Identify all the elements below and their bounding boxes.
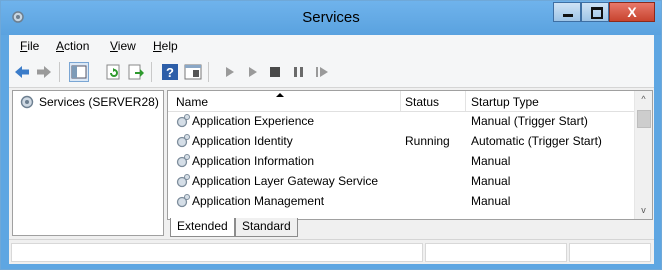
toolbar: ? [9, 57, 654, 88]
status-bar [9, 239, 654, 264]
close-icon: X [627, 4, 637, 20]
list-header: Name Status Startup Type [168, 91, 634, 112]
client-area: File Action View Help ? Services (SERVER… [9, 35, 654, 264]
maximize-icon [591, 7, 603, 19]
title-bar[interactable]: Services X [1, 1, 661, 35]
toolbar-separator [151, 62, 152, 82]
start-service-alt-icon[interactable] [244, 63, 262, 81]
scroll-down-icon[interactable]: v [635, 202, 652, 219]
menu-action[interactable]: Action [56, 39, 89, 53]
close-button[interactable]: X [609, 2, 655, 22]
service-name: Application Experience [192, 114, 315, 128]
service-startup-type: Manual (Trigger Start) [471, 114, 588, 128]
table-row[interactable]: Application Information Manual [168, 151, 634, 171]
maximize-button[interactable] [581, 2, 609, 22]
services-window: Services X File Action View Help ? Servi… [0, 0, 662, 270]
menu-file[interactable]: File [20, 39, 39, 53]
view-tabs: Extended Standard [167, 218, 467, 238]
service-name: Application Management [192, 194, 325, 208]
service-gear-icon [176, 114, 190, 128]
table-row[interactable]: Application Management Manual [168, 191, 634, 211]
tree-item-label: Services (SERVER28) [39, 95, 159, 109]
tree-item-services[interactable]: Services (SERVER28) [19, 94, 159, 110]
service-status: Running [405, 134, 450, 148]
toolbar-separator [59, 62, 60, 82]
column-header-startup-type[interactable]: Startup Type [471, 95, 539, 109]
tab-extended[interactable]: Extended [170, 218, 235, 237]
svg-text:?: ? [166, 65, 174, 80]
table-row[interactable]: Application Identity Running Automatic (… [168, 131, 634, 151]
services-list-pane: Name Status Startup Type Application Exp… [167, 90, 653, 220]
export-list-icon[interactable] [127, 63, 145, 81]
scroll-thumb[interactable] [637, 110, 651, 128]
service-startup-type: Manual [471, 194, 511, 208]
tab-standard[interactable]: Standard [235, 218, 298, 237]
console-tree-pane: Services (SERVER28) [12, 90, 164, 236]
service-startup-type: Manual [471, 174, 511, 188]
pause-service-icon[interactable] [290, 63, 308, 81]
service-gear-icon [176, 174, 190, 188]
column-header-status[interactable]: Status [405, 95, 439, 109]
service-startup-type: Automatic (Trigger Start) [471, 134, 602, 148]
status-panel [11, 243, 423, 262]
column-divider[interactable] [465, 91, 466, 111]
back-arrow-icon[interactable] [13, 63, 31, 81]
menu-view[interactable]: View [110, 39, 136, 53]
column-divider[interactable] [400, 91, 401, 111]
menu-bar: File Action View Help [9, 35, 654, 57]
minimize-button[interactable] [553, 2, 581, 22]
show-hide-console-tree-icon[interactable] [69, 62, 89, 82]
properties-icon[interactable] [184, 63, 202, 81]
service-name: Application Layer Gateway Service [192, 174, 379, 188]
vertical-scrollbar[interactable]: ^ v [634, 91, 652, 219]
start-service-icon[interactable] [221, 63, 239, 81]
service-gear-icon [176, 134, 190, 148]
menu-help[interactable]: Help [153, 39, 178, 53]
services-gear-icon [20, 95, 34, 109]
service-name: Application Information [192, 154, 315, 168]
toolbar-separator [208, 62, 209, 82]
column-header-name[interactable]: Name [176, 95, 208, 109]
forward-arrow-icon[interactable] [35, 63, 53, 81]
refresh-icon[interactable] [105, 63, 123, 81]
help-icon[interactable]: ? [161, 63, 179, 81]
scroll-up-icon[interactable]: ^ [635, 91, 652, 108]
service-gear-icon [176, 154, 190, 168]
minimize-icon [563, 14, 573, 17]
stop-service-icon[interactable] [266, 63, 284, 81]
service-startup-type: Manual [471, 154, 511, 168]
service-name: Application Identity [192, 134, 293, 148]
resume-service-icon[interactable] [313, 63, 331, 81]
status-panel [569, 243, 651, 262]
table-row[interactable]: Application Layer Gateway Service Manual [168, 171, 634, 191]
status-panel [425, 243, 567, 262]
sort-ascending-icon [276, 93, 284, 97]
service-gear-icon [176, 194, 190, 208]
table-row[interactable]: Application Experience Manual (Trigger S… [168, 111, 634, 131]
